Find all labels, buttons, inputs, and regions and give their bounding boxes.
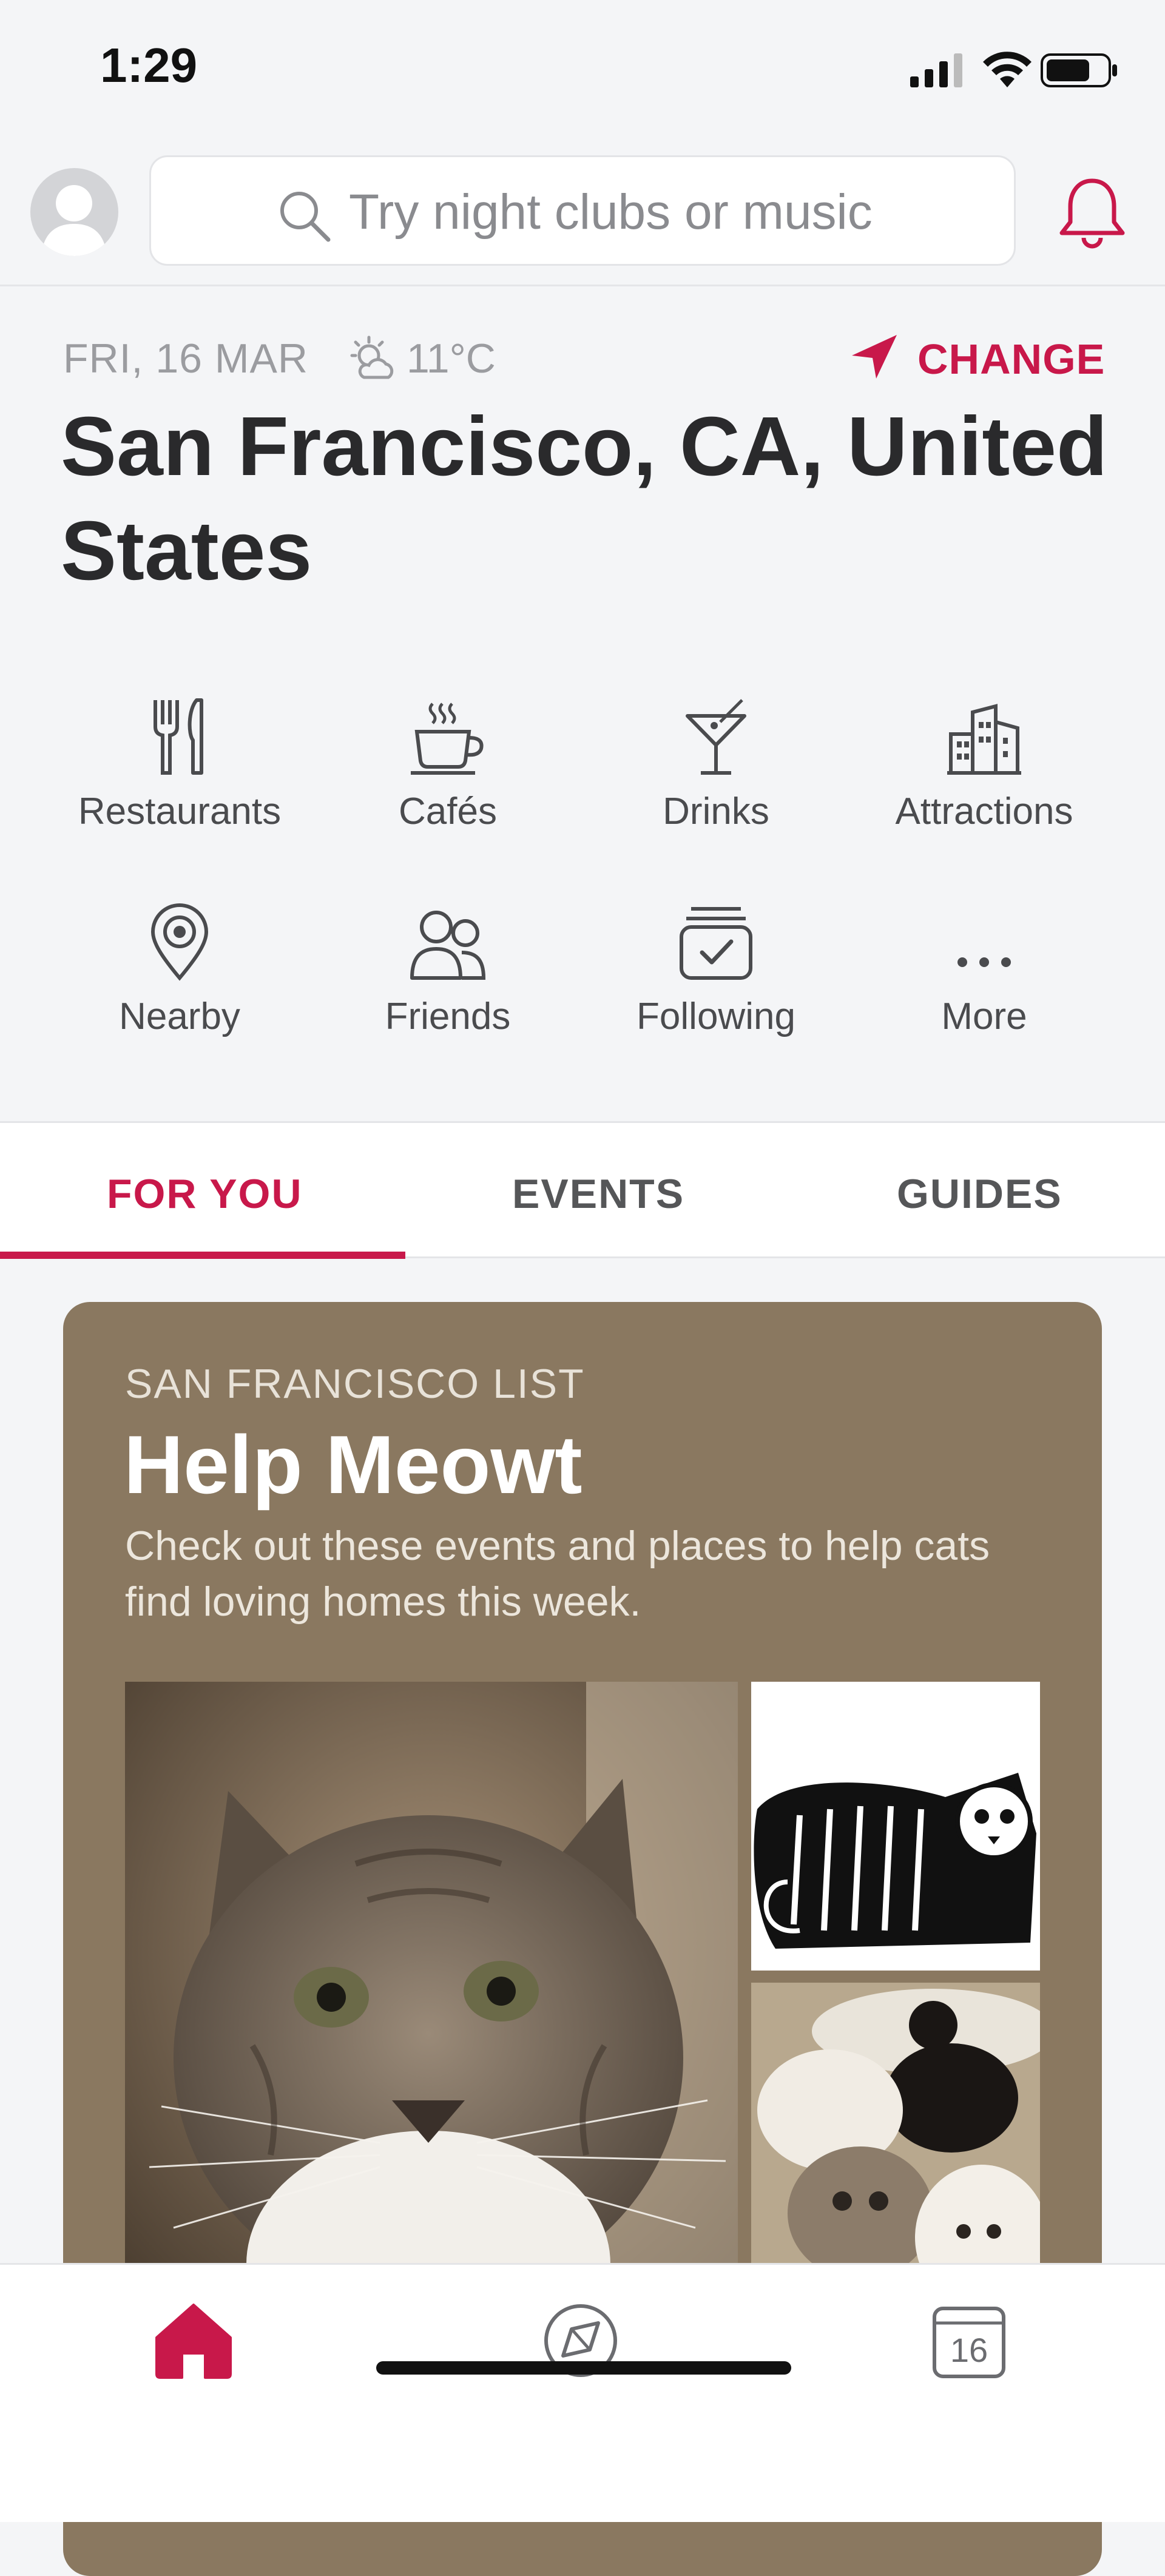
cat-illustration-photo — [751, 1682, 1040, 1971]
category-label: Restaurants — [78, 791, 282, 832]
location-arrow-icon — [852, 335, 897, 379]
category-drinks[interactable]: Drinks — [582, 686, 849, 833]
category-label: Friends — [385, 996, 511, 1037]
category-friends[interactable]: Friends — [314, 891, 581, 1038]
category-label: Following — [637, 996, 795, 1037]
coffee-cup-icon — [411, 703, 484, 775]
partly-cloudy-icon — [350, 335, 394, 379]
category-cafes[interactable]: Cafés — [314, 686, 581, 833]
card-kicker: SAN FRANCISCO LIST — [125, 1361, 585, 1407]
tab-bar: FOR YOU EVENTS GUIDES — [0, 1121, 1165, 1259]
location-pin-icon — [150, 903, 209, 981]
card-description: Check out these events and places to hel… — [125, 1523, 990, 1625]
friends-icon — [410, 911, 486, 980]
top-bar: Try night clubs or music — [0, 146, 1165, 286]
category-label: Drinks — [663, 791, 769, 832]
change-location-button[interactable]: CHANGE — [849, 332, 1104, 384]
search-placeholder: Try night clubs or music — [349, 184, 873, 240]
kitten-closeup-photo — [125, 1682, 738, 2349]
cellular-signal-icon — [910, 53, 962, 87]
active-tab-indicator — [0, 1252, 405, 1259]
tab-events[interactable]: EVENTS — [512, 1170, 684, 1218]
category-label: More — [941, 996, 1027, 1037]
date-label: FRI, 16 MAR — [63, 335, 308, 382]
status-time: 1:29 — [100, 38, 198, 92]
tab-for-you[interactable]: FOR YOU — [107, 1170, 303, 1218]
category-label: Nearby — [119, 996, 240, 1037]
avatar[interactable] — [30, 168, 118, 256]
fork-knife-icon — [154, 698, 203, 775]
bottom-navigation: 16 — [0, 2263, 1165, 2522]
following-jar-icon — [680, 907, 752, 980]
home-icon[interactable] — [154, 2302, 233, 2379]
calendar-day-label: 16 — [950, 2331, 988, 2369]
tab-guides[interactable]: GUIDES — [897, 1170, 1062, 1218]
cocktail-icon — [686, 699, 746, 775]
search-icon — [280, 192, 331, 242]
calendar-button[interactable]: 16 — [932, 2302, 1006, 2382]
battery-icon — [1041, 53, 1117, 87]
category-nearby[interactable]: Nearby — [46, 891, 313, 1038]
temperature-label: 11°C — [407, 335, 496, 382]
home-indicator — [376, 2361, 791, 2375]
change-label: CHANGE — [917, 335, 1106, 383]
search-field[interactable]: Try night clubs or music — [149, 155, 1016, 266]
location-title: San Francisco, CA, United States — [61, 400, 1108, 598]
notifications-bell-icon[interactable] — [1056, 175, 1129, 251]
category-attractions[interactable]: Attractions — [851, 686, 1118, 833]
buildings-icon — [947, 704, 1021, 775]
card-title: Help Meowt — [124, 1418, 582, 1511]
more-dots-icon — [957, 957, 1011, 967]
category-label: Cafés — [399, 791, 497, 832]
status-bar: 1:29 — [0, 0, 1165, 146]
category-following[interactable]: Following — [582, 891, 849, 1038]
user-avatar-icon — [41, 185, 107, 256]
category-more[interactable]: More — [851, 891, 1118, 1038]
category-restaurants[interactable]: Restaurants — [46, 686, 313, 833]
wifi-icon — [983, 52, 1032, 87]
category-label: Attractions — [895, 791, 1073, 832]
